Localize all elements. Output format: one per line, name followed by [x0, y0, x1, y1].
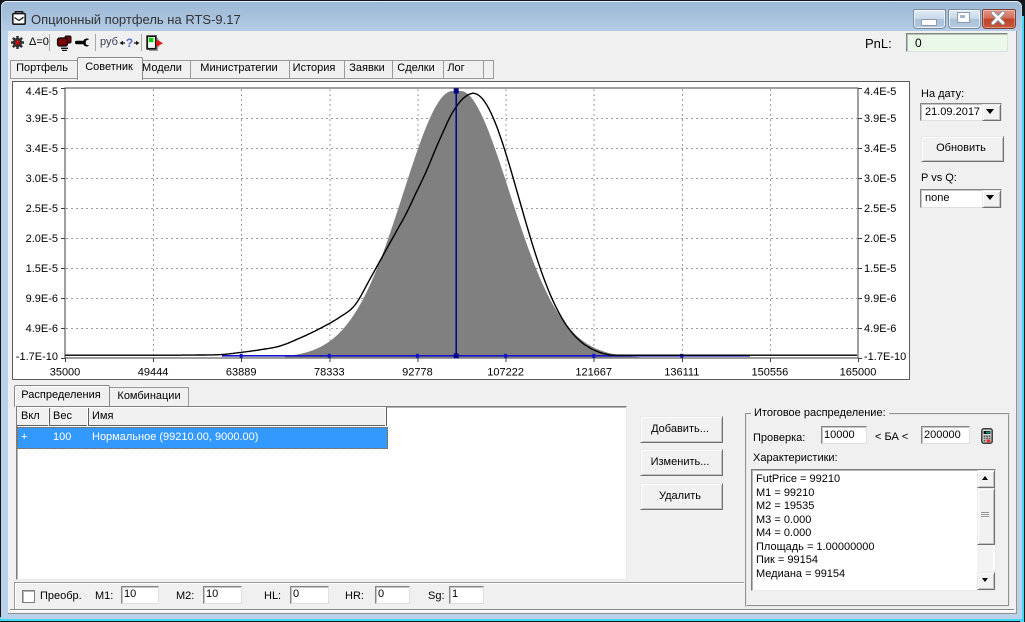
svg-text:2.5E-5: 2.5E-5: [26, 203, 58, 215]
svg-text:92778: 92778: [402, 367, 433, 379]
svg-text:3.4E-5: 3.4E-5: [864, 143, 896, 155]
svg-text:165000: 165000: [840, 367, 877, 379]
svg-text:136111: 136111: [664, 367, 699, 379]
svg-text:4.9E-6: 4.9E-6: [26, 323, 58, 335]
svg-text:2.0E-5: 2.0E-5: [26, 233, 58, 245]
svg-text:4.4E-5: 4.4E-5: [864, 86, 896, 98]
svg-text:150556: 150556: [752, 367, 789, 379]
svg-text:121667: 121667: [575, 367, 612, 379]
svg-text:-1.7E-10: -1.7E-10: [16, 351, 58, 363]
svg-text:3.0E-5: 3.0E-5: [26, 173, 58, 185]
svg-text:1.5E-5: 1.5E-5: [864, 263, 896, 275]
svg-text:3.9E-5: 3.9E-5: [864, 113, 896, 125]
svg-text:3.4E-5: 3.4E-5: [26, 143, 58, 155]
svg-text:9.9E-6: 9.9E-6: [864, 293, 896, 305]
svg-text:49444: 49444: [138, 367, 169, 379]
svg-text:107222: 107222: [487, 367, 524, 379]
svg-text:?: ?: [126, 37, 133, 49]
svg-text:1.5E-5: 1.5E-5: [26, 263, 58, 275]
svg-text:-1.7E-10: -1.7E-10: [864, 351, 906, 363]
svg-text:9.9E-6: 9.9E-6: [26, 293, 58, 305]
svg-text:35000: 35000: [50, 367, 81, 379]
svg-text:63889: 63889: [226, 367, 257, 379]
svg-text:2.5E-5: 2.5E-5: [864, 203, 896, 215]
svg-text:3.9E-5: 3.9E-5: [26, 113, 58, 125]
svg-text:3.0E-5: 3.0E-5: [864, 173, 896, 185]
svg-text:4.9E-6: 4.9E-6: [864, 323, 896, 335]
svg-text:4.4E-5: 4.4E-5: [26, 86, 58, 98]
svg-text:78333: 78333: [314, 367, 345, 379]
svg-text:2.0E-5: 2.0E-5: [864, 233, 896, 245]
